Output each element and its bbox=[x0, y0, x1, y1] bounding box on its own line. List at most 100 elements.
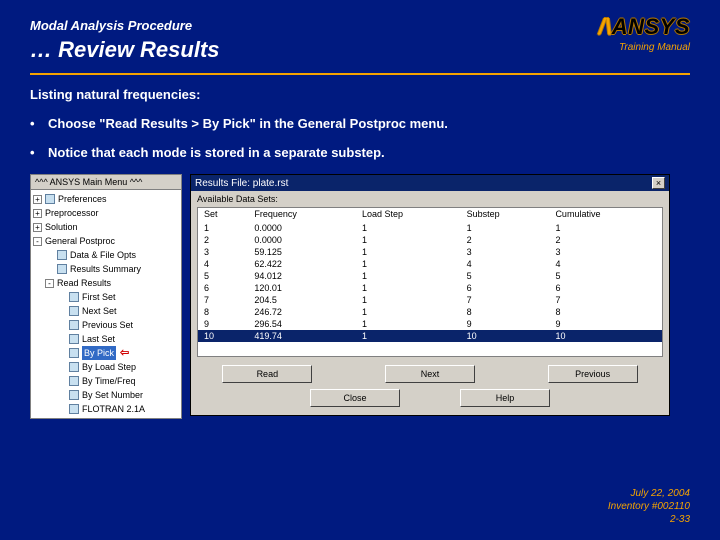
table-row[interactable]: 8246.72188 bbox=[198, 306, 662, 318]
table-row[interactable]: 10419.7411010 bbox=[198, 330, 662, 342]
tree-item[interactable]: Next Set bbox=[33, 304, 179, 318]
table-cell: 9 bbox=[461, 318, 550, 330]
tree-item-label: Preferences bbox=[58, 192, 107, 206]
dataset-list[interactable]: SetFrequencyLoad StepSubstepCumulative10… bbox=[197, 207, 663, 357]
table-cell: 94.012 bbox=[248, 270, 356, 282]
table-cell: 59.125 bbox=[248, 246, 356, 258]
tree-item-label: Last Set bbox=[82, 332, 115, 346]
logo-block: /\ANSYS Training Manual bbox=[598, 14, 690, 53]
tree-item[interactable]: By Pick ⇦ bbox=[33, 346, 179, 360]
table-cell: 10 bbox=[461, 330, 550, 342]
document-icon bbox=[69, 292, 79, 302]
tree-item[interactable]: By Load Step bbox=[33, 360, 179, 374]
tree-item-label: Preprocessor bbox=[45, 206, 99, 220]
table-cell: 419.74 bbox=[248, 330, 356, 342]
tree-item[interactable]: + Preferences bbox=[33, 192, 179, 206]
tree-item-label: By Set Number bbox=[82, 388, 143, 402]
table-cell: 1 bbox=[198, 222, 248, 234]
table-cell: 296.54 bbox=[248, 318, 356, 330]
tree-item[interactable]: Previous Set bbox=[33, 318, 179, 332]
table-row[interactable]: 359.125133 bbox=[198, 246, 662, 258]
table-cell: 4 bbox=[549, 258, 662, 270]
table-cell: 1 bbox=[356, 318, 461, 330]
document-icon bbox=[45, 194, 55, 204]
table-cell: 1 bbox=[356, 270, 461, 282]
document-icon bbox=[69, 348, 79, 358]
help-button[interactable]: Help bbox=[460, 389, 550, 407]
tree-item-label: Next Set bbox=[82, 304, 117, 318]
bullet-mark: • bbox=[30, 145, 48, 160]
expand-icon[interactable]: + bbox=[33, 209, 42, 218]
table-cell: 2 bbox=[198, 234, 248, 246]
table-cell: 1 bbox=[356, 246, 461, 258]
table-cell: 1 bbox=[356, 306, 461, 318]
expand-icon[interactable]: + bbox=[33, 195, 42, 204]
tree-item-label: Read Results bbox=[57, 276, 111, 290]
main-menu-tree: ^^^ ANSYS Main Menu ^^^ +Preferences+Pre… bbox=[30, 174, 182, 419]
bullet-text: Notice that each mode is stored in a sep… bbox=[48, 145, 385, 160]
pointer-arrow-icon: ⇦ bbox=[120, 346, 129, 360]
tree-item[interactable]: Results Summary bbox=[33, 262, 179, 276]
training-label: Training Manual bbox=[598, 42, 690, 53]
table-cell: 3 bbox=[549, 246, 662, 258]
tree-item[interactable]: Data & File Opts bbox=[33, 248, 179, 262]
table-cell: 9 bbox=[198, 318, 248, 330]
table-cell: 8 bbox=[198, 306, 248, 318]
table-row[interactable]: 6120.01166 bbox=[198, 282, 662, 294]
tree-item[interactable]: +Solution bbox=[33, 220, 179, 234]
table-cell: 6 bbox=[461, 282, 550, 294]
document-icon bbox=[57, 250, 67, 260]
tree-item[interactable]: FLOTRAN 2.1A bbox=[33, 402, 179, 416]
results-dialog: Results File: plate.rst × Available Data… bbox=[190, 174, 670, 416]
bullet-text: Choose "Read Results > By Pick" in the G… bbox=[48, 116, 448, 131]
table-cell: 5 bbox=[461, 270, 550, 282]
previous-button[interactable]: Previous bbox=[548, 365, 638, 383]
tree-item-label: By Pick bbox=[82, 346, 116, 360]
table-cell: 7 bbox=[461, 294, 550, 306]
section-subhead: Listing natural frequencies: bbox=[30, 87, 690, 102]
table-cell: 204.5 bbox=[248, 294, 356, 306]
document-icon bbox=[69, 362, 79, 372]
ansys-logo: /\ANSYS bbox=[598, 14, 690, 40]
document-icon bbox=[69, 376, 79, 386]
table-row[interactable]: 20.0000122 bbox=[198, 234, 662, 246]
tree-item[interactable]: -Read Results bbox=[33, 276, 179, 290]
tree-item[interactable]: By Set Number bbox=[33, 388, 179, 402]
table-cell: 1 bbox=[356, 294, 461, 306]
close-icon[interactable]: × bbox=[652, 177, 665, 189]
tree-title: ^^^ ANSYS Main Menu ^^^ bbox=[31, 175, 181, 190]
breadcrumb: Modal Analysis Procedure bbox=[30, 18, 690, 33]
table-row[interactable]: 7204.5177 bbox=[198, 294, 662, 306]
document-icon bbox=[69, 320, 79, 330]
expand-icon[interactable]: + bbox=[33, 223, 42, 232]
table-cell: 8 bbox=[461, 306, 550, 318]
footer-date: July 22, 2004 bbox=[608, 487, 690, 500]
table-row[interactable]: 9296.54199 bbox=[198, 318, 662, 330]
tree-item[interactable]: Last Set bbox=[33, 332, 179, 346]
document-icon bbox=[69, 390, 79, 400]
column-header: Load Step bbox=[356, 208, 461, 222]
dialog-subtitle: Available Data Sets: bbox=[191, 191, 669, 205]
collapse-icon[interactable]: - bbox=[45, 279, 54, 288]
next-button[interactable]: Next bbox=[385, 365, 475, 383]
document-icon bbox=[69, 404, 79, 414]
close-button[interactable]: Close bbox=[310, 389, 400, 407]
read-button[interactable]: Read bbox=[222, 365, 312, 383]
tree-item[interactable]: By Time/Freq bbox=[33, 374, 179, 388]
tree-item-label: Previous Set bbox=[82, 318, 133, 332]
tree-item-label: By Time/Freq bbox=[82, 374, 136, 388]
table-row[interactable]: 594.012155 bbox=[198, 270, 662, 282]
table-cell: 1 bbox=[549, 222, 662, 234]
footer-inventory: Inventory #002110 bbox=[608, 500, 690, 513]
tree-item[interactable]: +Preprocessor bbox=[33, 206, 179, 220]
table-cell: 6 bbox=[549, 282, 662, 294]
tree-item-label: Results Summary bbox=[70, 262, 141, 276]
table-cell: 5 bbox=[549, 270, 662, 282]
collapse-icon[interactable]: - bbox=[33, 237, 42, 246]
tree-item-label: Data & File Opts bbox=[70, 248, 136, 262]
table-row[interactable]: 10.0000111 bbox=[198, 222, 662, 234]
tree-item[interactable]: -General Postproc bbox=[33, 234, 179, 248]
bullet-item: • Choose "Read Results > By Pick" in the… bbox=[30, 116, 690, 131]
tree-item[interactable]: First Set bbox=[33, 290, 179, 304]
table-row[interactable]: 462.422144 bbox=[198, 258, 662, 270]
